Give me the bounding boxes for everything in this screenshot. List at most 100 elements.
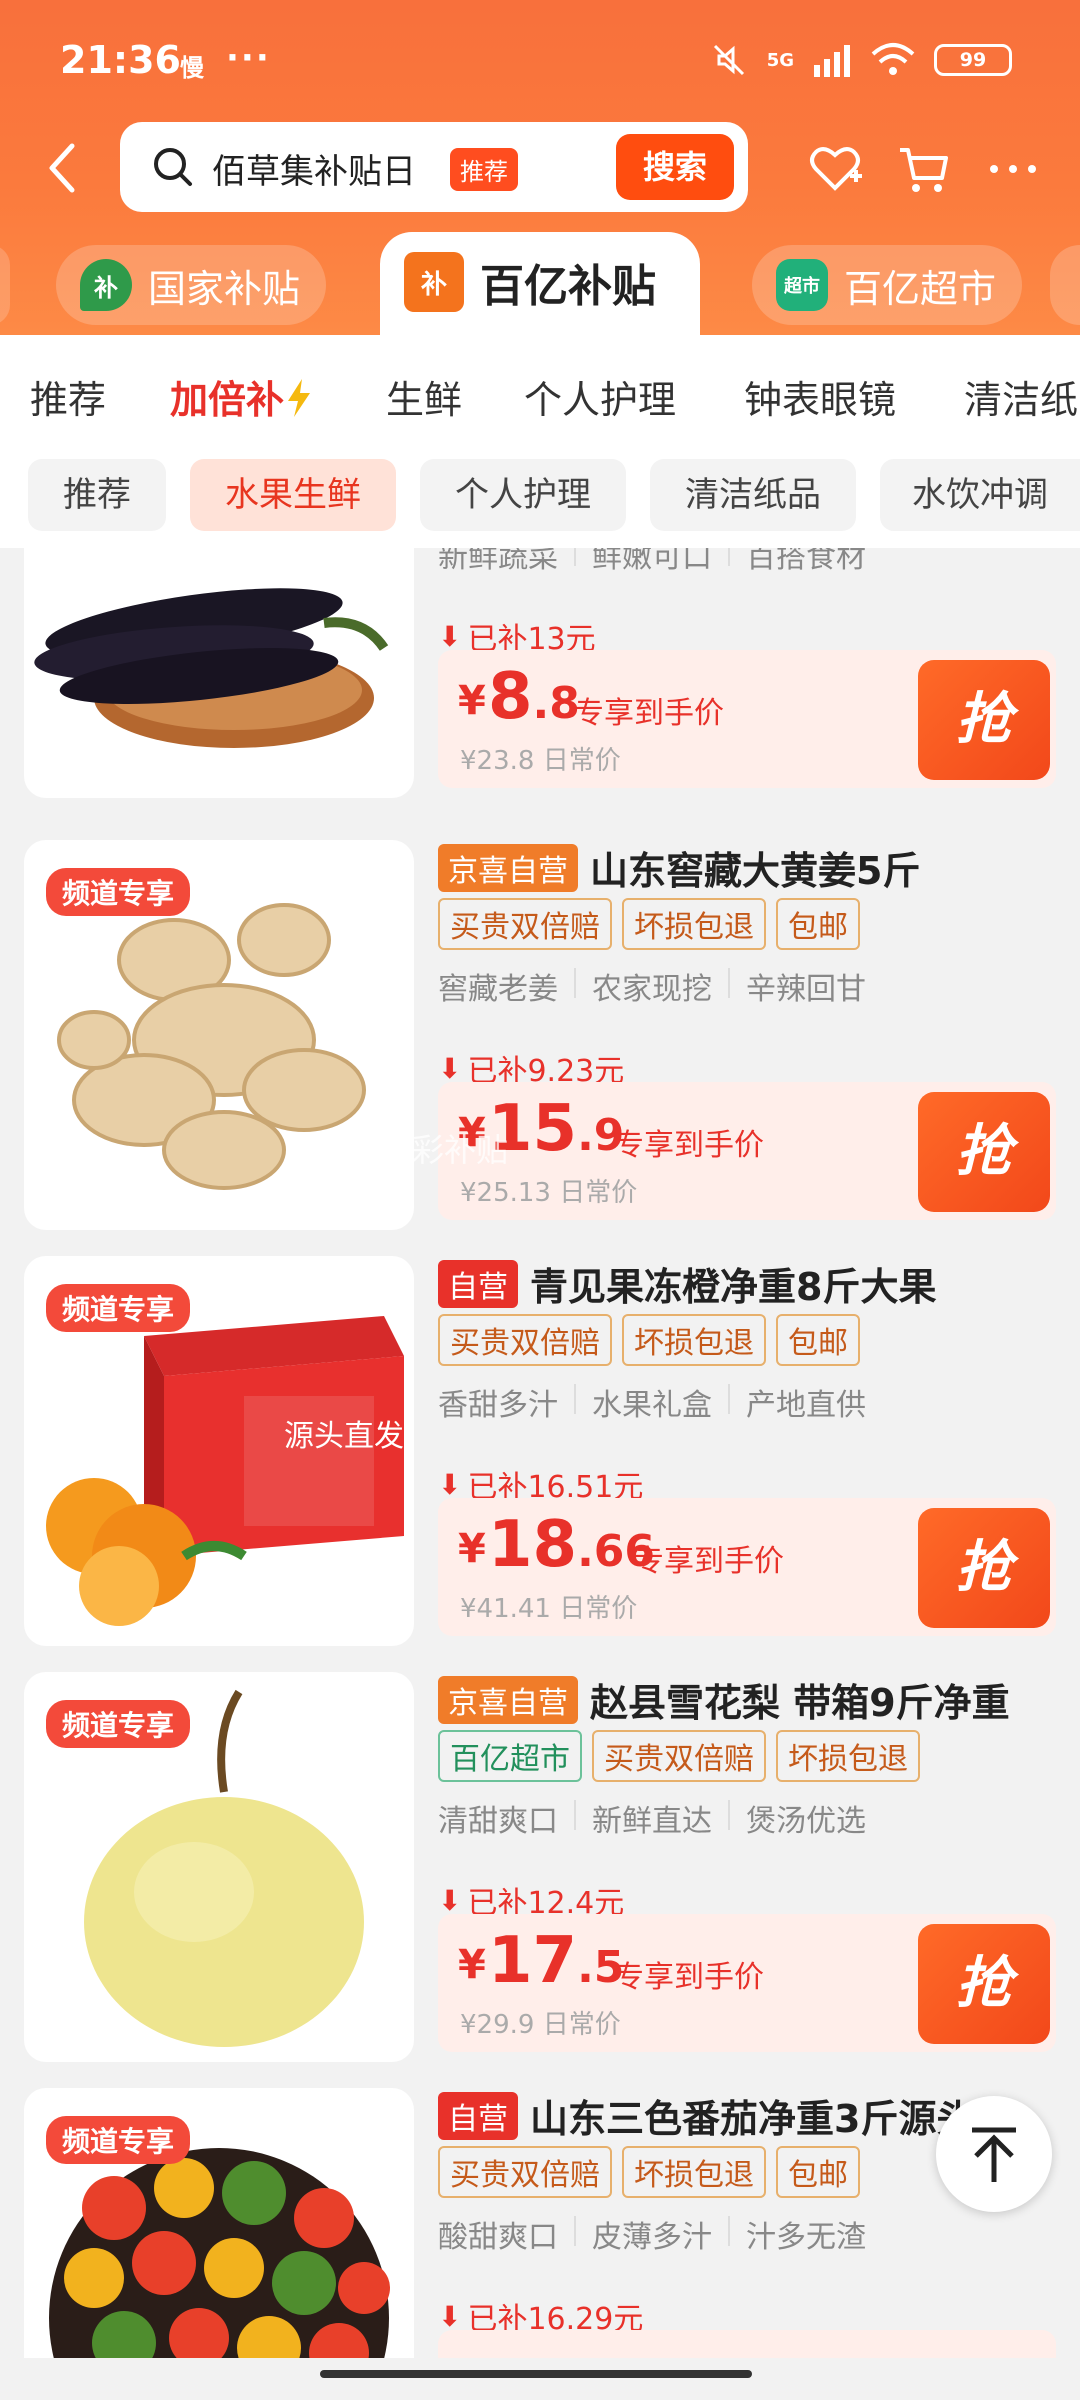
product-image: 频道专享 <box>24 840 414 1230</box>
category-tab-recommend[interactable]: 推荐 <box>30 369 106 424</box>
product-info: 京喜自营 山东窖藏大黄姜5斤 买贵双倍赔 坏损包退 包邮 窖藏老姜 农家现挖 辛辣… <box>438 840 1058 1230</box>
currency: ¥ <box>458 678 486 724</box>
category-tab-double[interactable]: 加倍补 <box>170 369 314 424</box>
product-info: 京喜自营 赵县雪花梨 带箱9斤净重 百亿超市 买贵双倍赔 坏损包退 清甜爽口 新鲜… <box>438 1672 1058 2062</box>
product-title[interactable]: 京喜自营 赵县雪花梨 带箱9斤净重 <box>438 1672 1010 1727</box>
product-card[interactable]: 新鲜蔬菜 鲜嫩可口 百搭食材 ⬇ 已补13元 ¥ 8.8 专享到手价 ¥23.8 … <box>0 548 1080 798</box>
price-label: 专享到手价 <box>634 1544 784 1579</box>
feature: 香甜多汁 <box>438 1388 558 1423</box>
benefit-tag: 坏损包退 <box>622 2146 766 2198</box>
supermarket-icon: 超市 <box>776 259 828 311</box>
product-image: 频道专享 <box>24 2088 414 2358</box>
subcategory-cleaning[interactable]: 清洁纸品 <box>650 459 856 531</box>
channel-exclusive-tag: 频道专享 <box>46 1700 191 1748</box>
status-bar: 21:36 慢 ··· 5G 99 <box>0 0 1080 120</box>
cart-icon[interactable] <box>894 140 952 198</box>
grab-button[interactable]: 抢 <box>918 1924 1050 2044</box>
category-tab-cleaning[interactable]: 清洁纸 <box>964 369 1078 424</box>
favorite-icon[interactable] <box>806 140 864 198</box>
signal-icon <box>814 45 850 77</box>
feature-list: 新鲜蔬菜 鲜嫩可口 百搭食材 <box>438 548 866 576</box>
original-price: ¥25.13 日常价 <box>460 1178 638 1208</box>
subcategory-drinks[interactable]: 水饮冲调 <box>880 459 1080 531</box>
feature-list: 窖藏老姜 农家现挖 辛辣回甘 <box>438 964 866 1008</box>
price-box: ¥ 17.5 专享到手价 ¥29.9 日常价 抢 <box>438 1914 1056 2052</box>
home-indicator[interactable] <box>320 2370 752 2378</box>
subcategory-fruit-fresh[interactable]: 水果生鲜 <box>190 459 396 531</box>
feature: 鲜嫩可口 <box>592 548 712 575</box>
channel-label: 国家补贴 <box>148 266 301 311</box>
grab-button[interactable]: 抢 <box>918 1508 1050 1628</box>
feature-list: 香甜多汁 水果礼盒 产地直供 <box>438 1380 866 1424</box>
feature: 辛辣回甘 <box>746 972 866 1007</box>
back-icon[interactable] <box>42 140 82 196</box>
mute-icon <box>713 44 744 76</box>
battery-indicator: 99 <box>934 44 1012 76</box>
feature-list: 清甜爽口 新鲜直达 煲汤优选 <box>438 1796 866 1840</box>
feature: 汁多无渣 <box>746 2220 866 2255</box>
channel-exclusive-tag: 频道专享 <box>46 868 191 916</box>
box-text: 源头直发 <box>284 1419 404 1454</box>
down-arrow-icon: ⬇ <box>438 619 462 653</box>
product-card[interactable]: 频道专享 自营 山东三色番茄净重3斤源头直 买贵双倍赔 坏损包退 包邮 酸甜爽口 … <box>0 2078 1080 2358</box>
category-tab-personal-care[interactable]: 个人护理 <box>524 369 676 424</box>
benefit-tag: 包邮 <box>776 2146 860 2198</box>
channel-tab-next[interactable] <box>1050 245 1080 325</box>
product-title[interactable]: 自营 青见果冻橙净重8斤大果 <box>438 1256 936 1311</box>
subcategory-recommend[interactable]: 推荐 <box>28 459 166 531</box>
channel-exclusive-tag: 频道专享 <box>46 2116 191 2164</box>
channel-tab-active[interactable]: 补 百亿补贴 <box>380 232 700 337</box>
status-more-icon: ··· <box>226 38 271 78</box>
product-card[interactable]: 频道专享 京喜自营 山东窖藏大黄姜5斤 买贵双倍赔 坏损包退 包邮 窖藏老姜 农家… <box>0 830 1080 1230</box>
product-image <box>24 548 414 798</box>
feature: 清甜爽口 <box>438 1804 558 1839</box>
channel-label: 百亿超市 <box>844 266 997 311</box>
watermark-text: 好彩补贴 <box>380 1131 509 1169</box>
grab-button[interactable]: 抢 <box>918 1092 1050 1212</box>
price: 17.5 <box>488 1924 625 1998</box>
feature: 水果礼盒 <box>592 1388 712 1423</box>
search-box[interactable]: 佰草集补贴日 推荐 搜索 <box>120 122 748 212</box>
header: 21:36 慢 ··· 5G 99 佰草集补贴日 推荐 搜索 补 国家补贴 补 … <box>0 0 1080 337</box>
down-arrow-icon: ⬇ <box>438 1883 462 1917</box>
price-box <box>438 2330 1056 2358</box>
billion-subsidy-icon: 补 <box>404 252 464 312</box>
price: 15.9 <box>488 1092 625 1166</box>
more-icon[interactable] <box>984 140 1042 198</box>
feature: 皮薄多汁 <box>592 2220 712 2255</box>
eggplant-image <box>34 588 389 748</box>
search-query[interactable]: 佰草集补贴日 <box>212 144 416 193</box>
feature: 百搭食材 <box>746 548 866 575</box>
price: 8.8 <box>488 660 580 734</box>
search-recommend-tag: 推荐 <box>450 148 518 191</box>
search-icon <box>154 148 192 186</box>
price-box: ¥ 18.66 专享到手价 ¥41.41 日常价 抢 <box>438 1498 1056 1636</box>
product-card[interactable]: 源头直发 频道专享 自营 青见果冻橙净重8斤大果 买贵双倍赔 坏损包退 包邮 香甜… <box>0 1246 1080 1646</box>
self-operated-tag: 京喜自营 <box>438 843 578 892</box>
benefit-tag: 包邮 <box>776 898 860 950</box>
channel-tab-prev[interactable] <box>0 245 10 325</box>
grab-button[interactable]: 抢 <box>918 660 1050 780</box>
self-operated-tag: 京喜自营 <box>438 1675 578 1724</box>
price-label: 专享到手价 <box>614 1960 764 1995</box>
channel-tab-supermarket[interactable]: 超市 百亿超市 <box>752 245 1022 325</box>
category-tabs: 推荐 加倍补 生鲜 个人护理 钟表眼镜 清洁纸 <box>0 335 1080 455</box>
feature: 产地直供 <box>746 1388 866 1423</box>
product-info: 自营 青见果冻橙净重8斤大果 买贵双倍赔 坏损包退 包邮 香甜多汁 水果礼盒 产地… <box>438 1256 1058 1646</box>
down-arrow-icon: ⬇ <box>438 1467 462 1501</box>
lightning-icon <box>288 379 311 417</box>
product-list: 新鲜蔬菜 鲜嫩可口 百搭食材 ⬇ 已补13元 ¥ 8.8 专享到手价 ¥23.8 … <box>0 548 1080 2358</box>
category-tab-fresh[interactable]: 生鲜 <box>386 369 462 424</box>
product-title[interactable]: 自营 山东三色番茄净重3斤源头直 <box>438 2088 1012 2143</box>
channel-tab-national[interactable]: 补 国家补贴 <box>56 245 326 325</box>
benefit-tag: 包邮 <box>776 1314 860 1366</box>
original-price: ¥41.41 日常价 <box>460 1594 638 1624</box>
product-title[interactable]: 京喜自营 山东窖藏大黄姜5斤 <box>438 840 920 895</box>
product-card[interactable]: 频道专享 京喜自营 赵县雪花梨 带箱9斤净重 百亿超市 买贵双倍赔 坏损包退 清甜… <box>0 1662 1080 2062</box>
subcategory-personal-care[interactable]: 个人护理 <box>420 459 626 531</box>
search-button[interactable]: 搜索 <box>616 134 734 200</box>
subcategory-pills: 推荐 水果生鲜 个人护理 清洁纸品 水饮冲调 <box>0 455 1080 548</box>
back-to-top-button[interactable] <box>936 2096 1052 2212</box>
category-tab-watches[interactable]: 钟表眼镜 <box>744 369 896 424</box>
benefit-tags: 百亿超市 买贵双倍赔 坏损包退 <box>438 1730 920 1782</box>
